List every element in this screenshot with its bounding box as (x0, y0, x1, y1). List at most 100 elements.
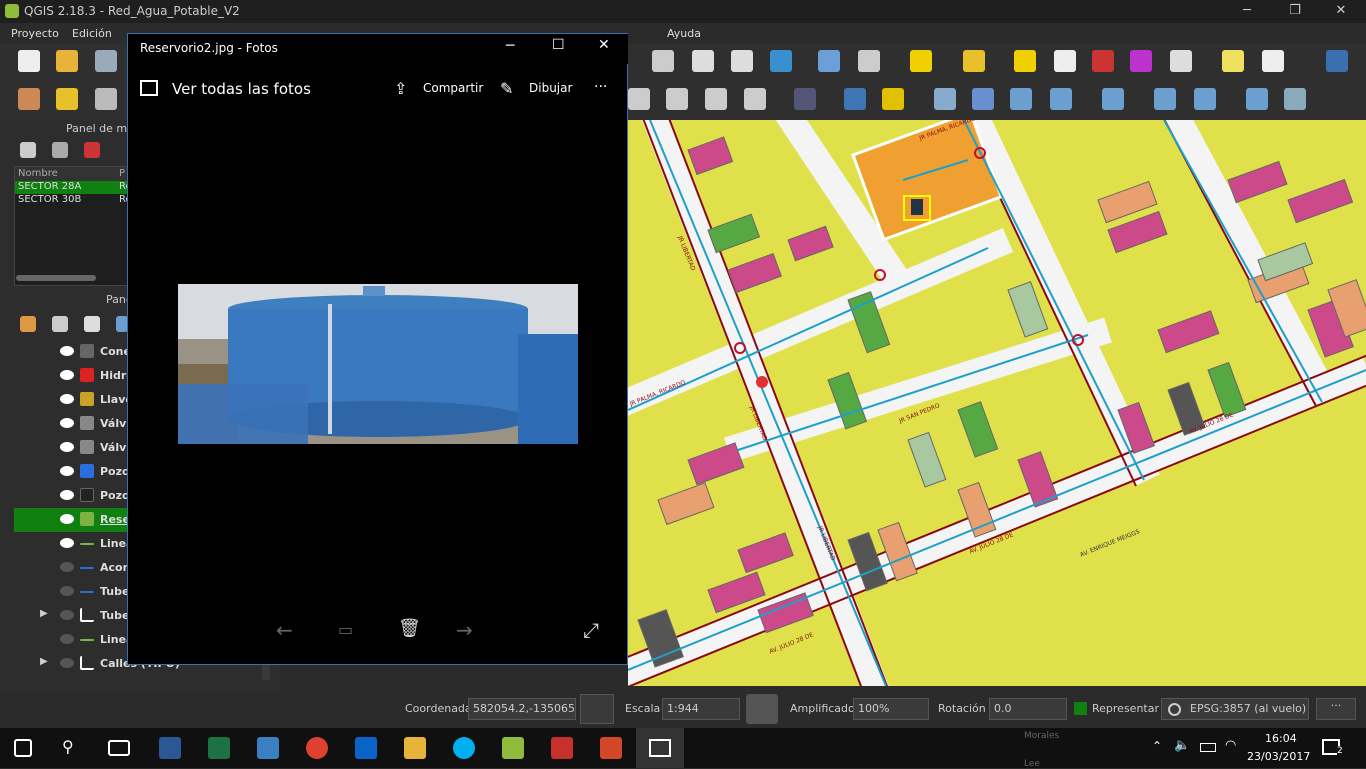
task-view-icon[interactable] (108, 740, 130, 756)
delete-trash-icon[interactable]: 🗑 (398, 618, 421, 639)
route-icon[interactable] (1246, 88, 1268, 110)
plugin-grid-icon[interactable] (882, 88, 904, 110)
table-row[interactable]: SECTOR 28A Re (15, 181, 132, 194)
close-button[interactable]: ✕ (1318, 0, 1364, 23)
check-tool-icon[interactable] (1284, 88, 1306, 110)
eye-icon[interactable] (60, 442, 74, 452)
pen-tool-icon[interactable] (1010, 88, 1032, 110)
eye-icon[interactable] (60, 514, 74, 524)
word-icon[interactable] (159, 737, 181, 759)
restore-button[interactable]: ❐ (1272, 0, 1318, 23)
new-project-icon[interactable] (18, 50, 40, 72)
pencil-icon[interactable] (56, 88, 78, 110)
globe-icon[interactable] (1102, 88, 1124, 110)
open-project-icon[interactable] (56, 50, 78, 72)
add-group-icon[interactable] (20, 316, 36, 332)
app-64-icon[interactable] (551, 737, 573, 759)
zoom-to-icon[interactable] (20, 142, 36, 158)
wifi-icon[interactable]: ◠ (1225, 738, 1236, 753)
share-button[interactable]: Compartir (423, 81, 483, 95)
eye-icon[interactable] (60, 370, 74, 380)
globe-search-icon[interactable] (257, 737, 279, 759)
start-windows-icon[interactable] (14, 739, 32, 757)
eye-hidden-icon[interactable] (60, 586, 74, 596)
select-by-value-icon[interactable] (963, 50, 985, 72)
label-show-icon[interactable] (705, 88, 727, 110)
column-header-name[interactable]: Nombre (18, 168, 58, 179)
save-project-icon[interactable] (95, 50, 117, 72)
save-theme-icon[interactable] (52, 142, 68, 158)
rotation-field[interactable]: 0.0 (989, 698, 1067, 720)
field-calculator-icon[interactable] (1092, 50, 1114, 72)
crs-button[interactable]: EPSG:3857 (al vuelo) (1161, 698, 1309, 720)
share-icon[interactable]: ⇪ (394, 79, 407, 98)
eye-hidden-icon[interactable] (60, 562, 74, 572)
fullscreen-expand-icon[interactable]: ⤢ (583, 618, 599, 642)
qgis-taskbar-icon[interactable] (502, 737, 524, 759)
layer-style-icon[interactable] (794, 88, 816, 110)
chevron-up-icon[interactable]: ⌃ (1152, 739, 1162, 753)
powerpoint-icon[interactable] (600, 737, 622, 759)
delete-theme-icon[interactable] (84, 142, 100, 158)
draw-button[interactable]: Dibujar (529, 81, 572, 95)
photos-minimize-button[interactable]: ─ (506, 38, 514, 54)
eye-hidden-icon[interactable] (60, 634, 74, 644)
more-options-button[interactable]: ··· (594, 79, 607, 95)
label-tool-icon[interactable] (628, 88, 650, 110)
map-tips-icon[interactable] (1222, 50, 1244, 72)
zoom-icon[interactable] (652, 50, 674, 72)
eye-icon[interactable] (60, 490, 74, 500)
search-icon[interactable]: ⚲ (62, 737, 74, 756)
coordinate-field[interactable]: 582054.2,-1350650.7 (468, 698, 576, 720)
scale-field[interactable]: 1:944 (662, 698, 740, 720)
file-explorer-icon[interactable] (404, 737, 426, 759)
bookmarks-icon[interactable] (731, 50, 753, 72)
eye-icon[interactable] (60, 466, 74, 476)
photo-gallery-icon[interactable] (140, 80, 158, 96)
excel-icon[interactable] (208, 737, 230, 759)
menu-edicion[interactable]: Edición (72, 27, 112, 40)
expand-arrow-icon[interactable]: ▶ (40, 608, 48, 619)
table-row[interactable]: SECTOR 30B Re (15, 194, 132, 207)
outlook-icon[interactable] (355, 737, 377, 759)
measure-icon[interactable] (1170, 50, 1192, 72)
themes-scrollbar[interactable] (16, 275, 96, 281)
previous-arrow-icon[interactable]: ← (276, 618, 293, 642)
battery-icon[interactable] (1200, 743, 1216, 752)
eye-icon[interactable] (60, 538, 74, 548)
minimize-button[interactable]: ─ (1224, 0, 1270, 23)
label-pin-icon[interactable] (666, 88, 688, 110)
eye-icon[interactable] (60, 394, 74, 404)
save-edits-icon[interactable] (95, 88, 117, 110)
select-features-icon[interactable] (910, 50, 932, 72)
label-move-icon[interactable] (744, 88, 766, 110)
eye-icon[interactable] (60, 418, 74, 428)
network-icon[interactable] (1050, 88, 1072, 110)
expand-arrow-icon[interactable]: ▶ (40, 656, 48, 667)
bookmark-icon[interactable] (692, 50, 714, 72)
eye-icon[interactable] (60, 346, 74, 356)
python-console-icon[interactable] (844, 88, 866, 110)
slideshow-icon[interactable]: ▭ (338, 620, 353, 639)
mouse-pointer-icon[interactable] (580, 694, 614, 724)
settings-gear-icon[interactable] (858, 50, 880, 72)
messages-button[interactable]: ··· (1316, 698, 1356, 720)
volume-icon[interactable]: 🔈 (1174, 738, 1190, 753)
identify-icon[interactable] (818, 50, 840, 72)
draw-pen-icon[interactable]: ✎ (500, 79, 513, 98)
see-all-photos-button[interactable]: Ver todas las fotos (172, 80, 311, 98)
refresh-icon[interactable] (770, 50, 792, 72)
menu-ayuda[interactable]: Ayuda (667, 27, 701, 40)
visibility-icon[interactable] (84, 316, 100, 332)
magnifier-field[interactable]: 100% (853, 698, 929, 720)
skype-icon[interactable] (453, 737, 475, 759)
next-arrow-icon[interactable]: → (456, 618, 473, 642)
lock-scale-icon[interactable] (746, 694, 778, 724)
clock-time[interactable]: 16:04 (1265, 732, 1297, 745)
text-annotation-icon[interactable] (1262, 50, 1284, 72)
clock-date[interactable]: 23/03/2017 (1247, 750, 1310, 763)
statistics-sum-icon[interactable] (1130, 50, 1152, 72)
wms-globe-icon[interactable] (1194, 88, 1216, 110)
digitize-icon[interactable] (18, 88, 40, 110)
manage-layers-icon[interactable] (52, 316, 68, 332)
